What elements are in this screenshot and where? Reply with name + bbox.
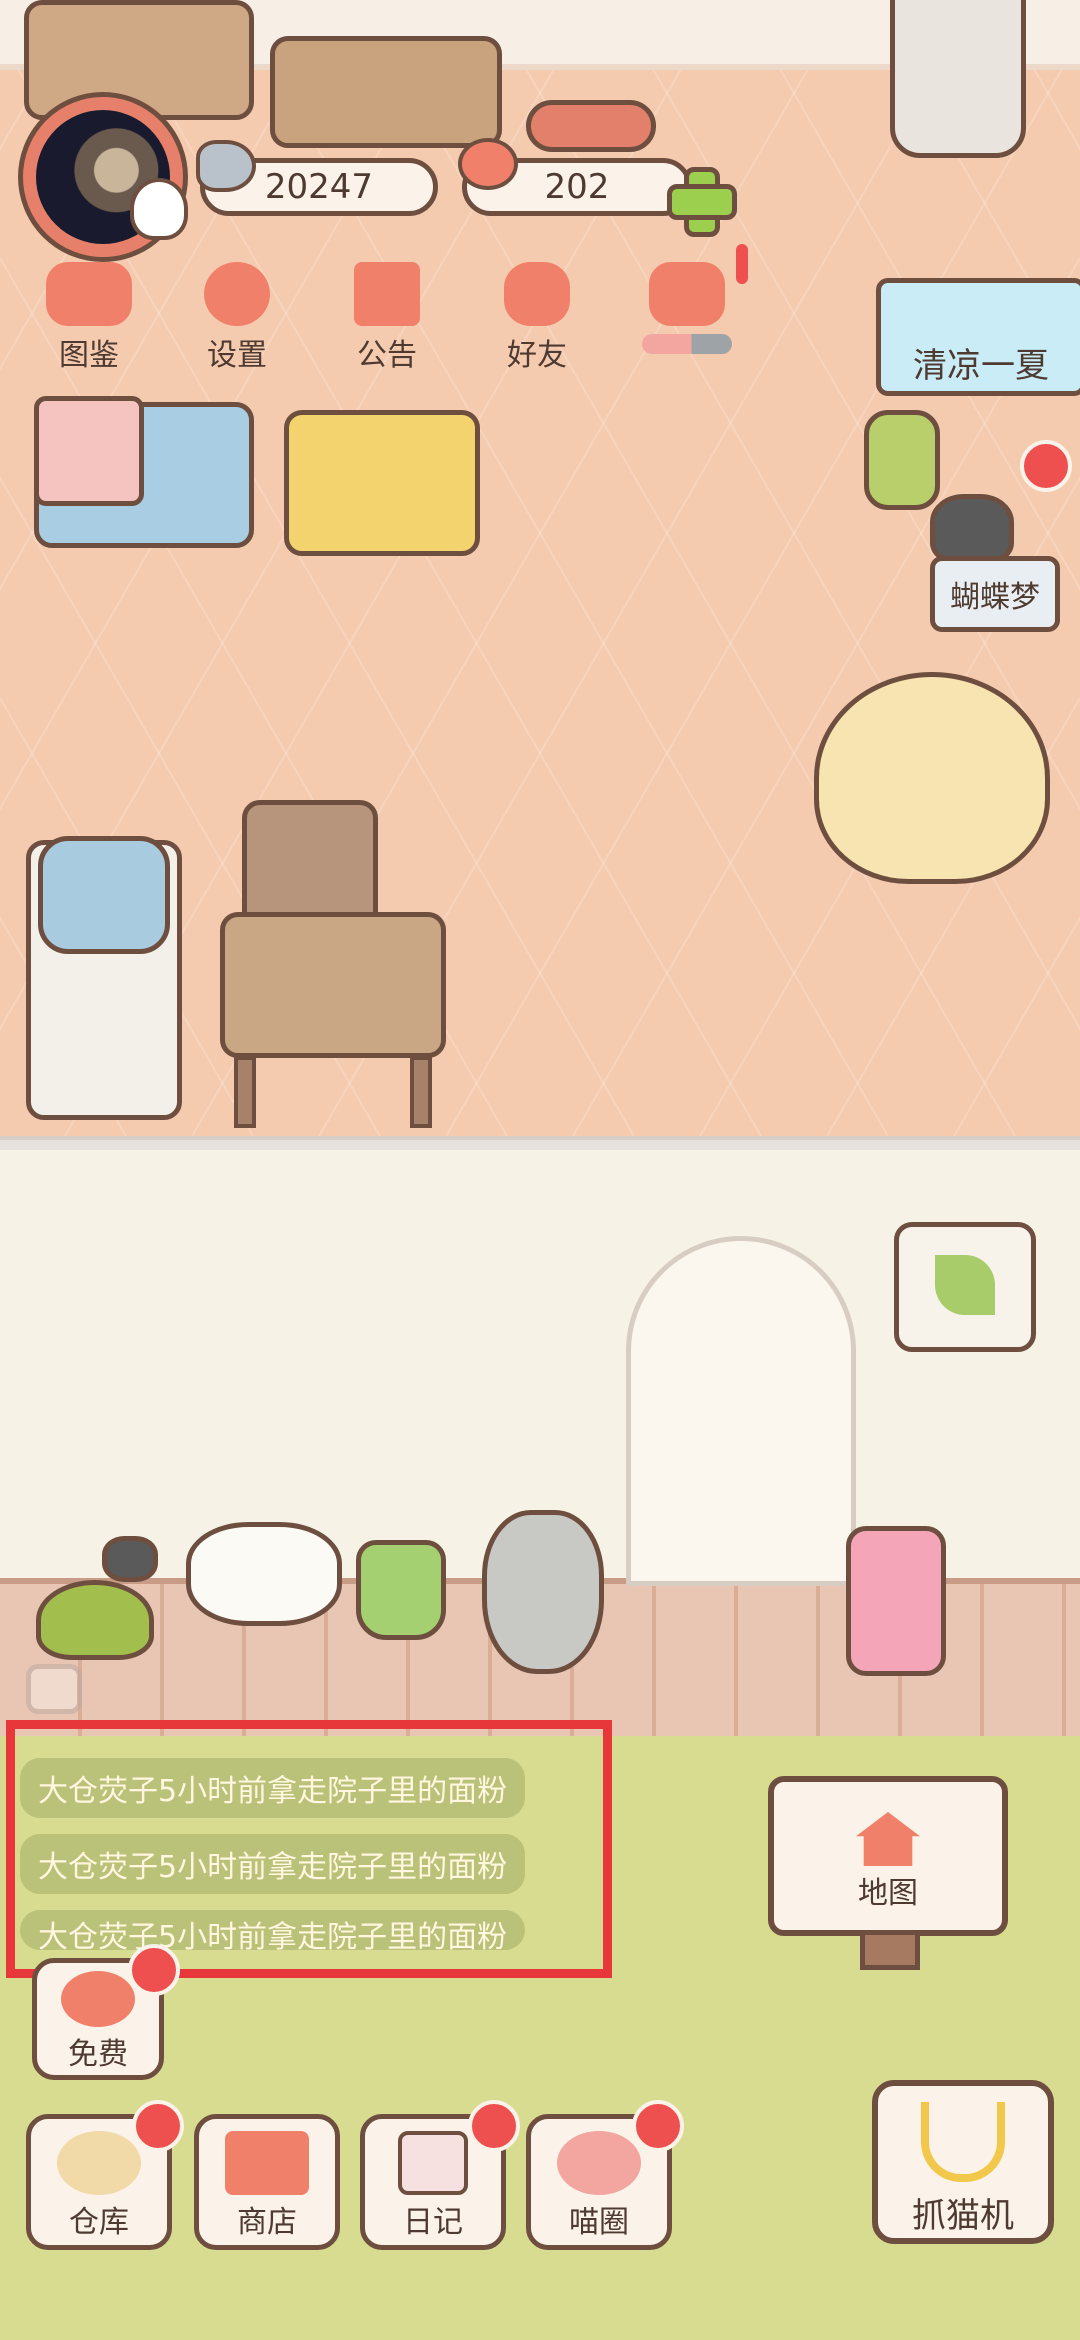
news-highlight-box (6, 1720, 612, 1978)
chair-furniture[interactable] (242, 800, 378, 930)
table-furniture[interactable] (220, 912, 446, 1058)
cat-figure[interactable] (930, 494, 1014, 564)
flower-basket[interactable] (846, 1526, 946, 1676)
alert-exclamation-icon (736, 244, 748, 284)
sign-post (860, 1930, 920, 1970)
house-icon (856, 1812, 920, 1866)
menu-label: 设置 (207, 338, 267, 373)
wooden-box-furniture[interactable] (270, 36, 502, 148)
menu-settings-button[interactable]: 设置 (178, 262, 296, 374)
cat-head-icon (46, 262, 132, 326)
add-hearts-button[interactable] (665, 165, 737, 237)
notification-dot (632, 2100, 684, 2152)
game-screen: 20247 202 图鉴 设置 公告 好友 清凉一夏 蝴蝶梦 大仓荧子5小时前拿… (0, 0, 1080, 2340)
calendar-icon[interactable] (34, 396, 144, 506)
leaf-icon (935, 1255, 995, 1315)
menu-collection-button[interactable]: 图鉴 (30, 262, 148, 374)
small-shield-icon[interactable] (26, 1664, 82, 1714)
butterfly-icon (649, 262, 725, 326)
menu-notice-button[interactable]: 公告 (328, 262, 446, 374)
leaf-picture-frame[interactable] (894, 1222, 1036, 1352)
door-arch[interactable] (626, 1236, 856, 1586)
water-bottle (38, 836, 170, 954)
notification-dot (1020, 440, 1072, 492)
diary-label: 日记 (403, 2205, 463, 2240)
map-button[interactable]: 地图 (768, 1776, 1008, 1936)
map-label: 地图 (858, 1876, 918, 1911)
event-banner-label: 清凉一夏 (913, 345, 1049, 386)
food-bowl-furniture[interactable] (526, 100, 656, 152)
black-cat[interactable] (102, 1536, 158, 1582)
cat-name-label: 蝴蝶梦 (950, 580, 1040, 615)
white-cat-cushion[interactable] (186, 1522, 342, 1626)
heart-icon (458, 138, 518, 190)
table-leg (234, 1056, 256, 1128)
gear-icon (204, 262, 270, 326)
menu-label: 好友 (507, 338, 567, 373)
scratching-post[interactable] (864, 410, 940, 510)
table-leg (410, 1056, 432, 1128)
floor-divider (0, 1136, 1080, 1150)
claw-machine-button[interactable]: 抓猫机 (872, 2080, 1054, 2244)
tulip-pot[interactable] (482, 1510, 604, 1674)
menu-label: 图鉴 (59, 338, 119, 373)
notification-dot (132, 2100, 184, 2152)
menu-friends-button[interactable]: 好友 (478, 262, 596, 374)
friends-icon (504, 262, 570, 326)
gift-icon (354, 262, 420, 326)
menu-label: 公告 (357, 338, 417, 373)
notification-dot (468, 2100, 520, 2152)
event-progress-bar (642, 334, 732, 354)
notification-dot (128, 1944, 180, 1996)
grass-pot[interactable] (356, 1540, 446, 1640)
fish-coin-value: 20247 (264, 167, 374, 207)
cat-bed-furniture[interactable] (814, 672, 1050, 884)
planet-icon (557, 2131, 641, 2195)
cat-name-tag[interactable]: 蝴蝶梦 (930, 556, 1060, 632)
claw-icon (921, 2102, 1005, 2182)
bowl-icon (57, 2131, 141, 2195)
menu-event-button[interactable] (628, 262, 746, 374)
diary-icon (398, 2131, 468, 2195)
shop-label: 商店 (237, 2205, 297, 2240)
warehouse-label: 仓库 (69, 2205, 129, 2240)
heart-value: 202 (544, 167, 610, 207)
ottoman-furniture[interactable] (284, 410, 480, 556)
heart-bag-icon (61, 1971, 135, 2027)
cat-circle-label: 喵圈 (569, 2205, 629, 2240)
bunny-icon (130, 178, 188, 240)
free-label: 免费 (68, 2037, 128, 2072)
fish-icon (196, 140, 256, 192)
claw-machine-label: 抓猫机 (912, 2196, 1014, 2236)
shop-icon (225, 2131, 309, 2195)
shop-button[interactable]: 商店 (194, 2114, 340, 2250)
moss-cushion[interactable] (36, 1580, 154, 1660)
event-banner[interactable]: 清凉一夏 (876, 278, 1080, 396)
air-purifier-furniture[interactable] (890, 0, 1026, 158)
